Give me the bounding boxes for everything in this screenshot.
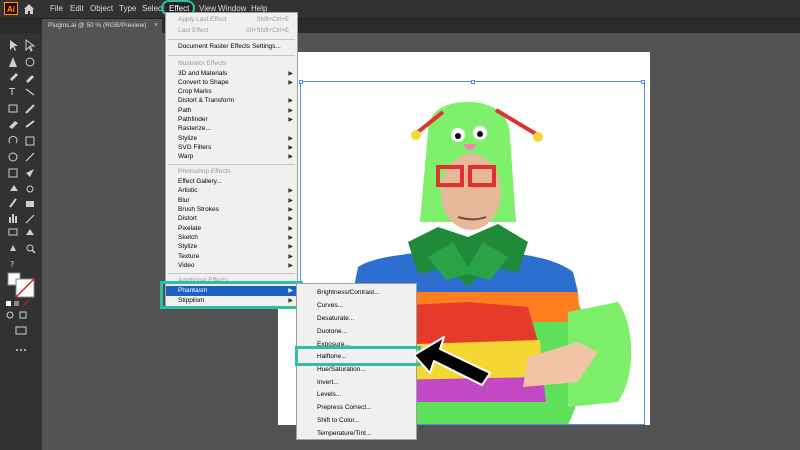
submenu-item-duotone[interactable]: Duotone... (297, 325, 416, 338)
submenu-item-shift-to-color[interactable]: Shift to Color... (297, 414, 416, 427)
chevron-right-icon: ▶ (288, 263, 293, 269)
document-tab[interactable]: Plugins.ai @ 50 % (RGB/Preview) × (42, 19, 162, 33)
illustrator-logo: Ai (4, 2, 18, 15)
plugins-highlight-box (160, 281, 303, 309)
submenu-item-levels[interactable]: Levels... (297, 388, 416, 401)
home-icon[interactable] (22, 2, 36, 16)
menu-separator (168, 39, 295, 40)
chevron-right-icon: ▶ (288, 154, 293, 160)
menu-item-artistic[interactable]: Artistic ▶ (166, 186, 297, 196)
menu-item-stylize-ps[interactable]: Stylize ▶ (166, 242, 297, 252)
last-effect-item: Last Effect Alt+Shift+Ctrl+E (178, 27, 289, 34)
menu-file[interactable]: File (50, 0, 63, 18)
menu-separator (168, 164, 295, 165)
selection-handle[interactable] (299, 80, 303, 84)
chevron-right-icon: ▶ (288, 98, 293, 104)
menu-type[interactable]: Type (119, 0, 136, 18)
shortcut-label: Alt+Shift+Ctrl+E (246, 28, 289, 34)
pointer-arrow-icon (413, 336, 491, 386)
selection-handle[interactable] (471, 80, 475, 84)
menu-item-distort-transform[interactable]: Distort & Transform ▶ (166, 96, 297, 106)
submenu-item-prepress-correct[interactable]: Prepress Correct... (297, 401, 416, 414)
selection-handle[interactable] (641, 80, 645, 84)
illustrator-effects-header: Illustrator Effects (178, 60, 227, 67)
apply-last-effect-item: Apply Last Effect Shift+Ctrl+E (178, 16, 289, 23)
chevron-right-icon: ▶ (288, 188, 293, 194)
effect-menu: Apply Last Effect Shift+Ctrl+E Last Effe… (165, 12, 298, 309)
submenu-item-desaturate[interactable]: Desaturate... (297, 312, 416, 325)
halftone-highlight-box (295, 346, 421, 366)
svg-text:?: ? (10, 260, 14, 269)
tools-panel-icons[interactable]: T ? (0, 33, 42, 363)
menu-item-distort[interactable]: Distort ▶ (166, 214, 297, 224)
tools-panel: T ? (0, 33, 42, 450)
submenu-item-temperature-tint[interactable]: Temperature/Tint... (297, 427, 416, 440)
chevron-right-icon: ▶ (288, 244, 293, 250)
document-tab-bar: Plugins.ai @ 50 % (RGB/Preview) × (42, 19, 800, 33)
menu-separator (168, 273, 295, 274)
svg-text:T: T (8, 87, 16, 98)
menu-edit[interactable]: Edit (70, 0, 84, 18)
submenu-item-curves[interactable]: Curves... (297, 299, 416, 312)
menu-bar: Ai File Edit Object Type Select Effect V… (0, 0, 800, 19)
menu-item-video[interactable]: Video ▶ (166, 261, 297, 271)
menu-item-rasterize[interactable]: Rasterize... (166, 124, 297, 134)
submenu-item-brightness-contrast[interactable]: Brightness/Contrast... (297, 286, 416, 299)
shortcut-label: Shift+Ctrl+E (256, 17, 289, 23)
menu-object[interactable]: Object (90, 0, 113, 18)
document-raster-effects-item[interactable]: Document Raster Effects Settings... (166, 42, 297, 52)
document-tab-title: Plugins.ai @ 50 % (RGB/Preview) (48, 22, 147, 29)
photoshop-effects-header: Photoshop Effects (178, 168, 231, 175)
chevron-right-icon: ▶ (288, 216, 293, 222)
menu-item-warp[interactable]: Warp ▶ (166, 152, 297, 162)
close-tab-icon[interactable]: × (154, 19, 158, 33)
menu-separator (168, 55, 295, 56)
